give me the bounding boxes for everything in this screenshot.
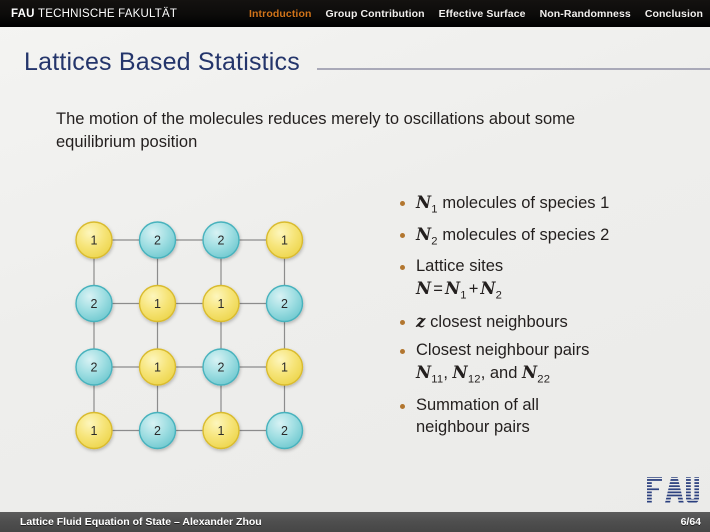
lattice-node-species-1: 1 [202,284,240,323]
nav-item-introduction[interactable]: Introduction [249,8,311,20]
top-navigation-bar: FAU TECHNISCHE FAKULTÄT Introduction Grou… [0,0,710,27]
lattice-node-species-2: 2 [138,221,177,259]
bullet-n2-molecules: N2 molecules of species 2 [400,224,695,249]
lattice-node-label: 1 [154,297,161,311]
bullet-label: Lattice sites N = N1 + N2 [416,257,504,302]
lattice-node-label: 2 [281,424,288,438]
lattice-node-label: 1 [154,360,161,374]
lattice-node-label: 2 [218,233,225,247]
lattice-node-species-1: 1 [202,411,240,450]
bullet-n1-molecules: N1 molecules of species 1 [400,192,695,217]
lattice-node-species-2: 2 [75,348,113,386]
footer-title: Lattice Fluid Equation of State – Alexan… [20,516,262,528]
lattice-node-species-2: 2 [202,348,240,386]
bullet-label: N1 molecules of species 1 [416,193,610,216]
lattice-node-label: 2 [91,297,98,311]
lattice-node-species-1: 1 [138,284,177,323]
lattice-node-label: 2 [281,297,288,311]
lattice-node-species-2: 2 [265,284,304,323]
bullet-dot-icon [400,349,405,355]
bullet-label: Closest neighbour pairs N11, N12, and N22 [416,341,590,386]
lattice-node-species-2: 2 [202,221,240,259]
bullet-dot-icon [400,403,405,409]
page-title: Lattices Based Statistics [24,47,300,76]
fau-logo-svg [647,477,699,504]
lattice-edges [93,239,286,432]
brand-faculty: TECHNISCHE FAKULTÄT [38,7,178,20]
lattice-node-label: 1 [91,424,98,438]
lattice-node-species-1: 1 [265,221,304,259]
bullet-label: N2 molecules of species 2 [416,225,610,248]
brand-title: FAU TECHNISCHE FAKULTÄT [11,8,177,20]
lattice-node-label: 1 [281,233,288,247]
lattice-node-label: 2 [154,424,161,438]
lattice-node-species-2: 2 [265,411,304,450]
footer-bar: Lattice Fluid Equation of State – Alexan… [0,512,710,532]
slide-canvas: FAU TECHNISCHE FAKULTÄT Introduction Grou… [0,0,710,532]
lattice-node-species-1: 1 [138,348,177,386]
lattice-node-species-2: 2 [75,284,113,323]
fau-logo [646,476,700,504]
bullet-label: Summation of all neighbour pairs [416,395,539,436]
navigation-items: Introduction Group Contribution Effective … [249,8,703,20]
lattice-node-label: 1 [281,360,288,374]
lattice-nodes: 1 2 2 1 2 1 1 2 2 1 2 1 1 2 1 2 [75,221,304,450]
lattice-node-species-2: 2 [138,411,177,450]
nav-item-non-randomness[interactable]: Non-Randomness [540,8,631,20]
nav-item-effective-surface[interactable]: Effective Surface [439,8,526,20]
bullet-z-neighbours: z closest neighbours [400,311,695,334]
lattice-node-label: 1 [218,297,225,311]
slide-title-row: Lattices Based Statistics [0,44,710,80]
lattice-diagram: 1 2 2 1 2 1 1 2 2 1 2 1 1 2 1 2 [60,203,325,468]
bullet-closest-pairs: Closest neighbour pairs N11, N12, and N22 [400,340,695,387]
lattice-node-label: 2 [154,233,161,247]
bullet-label: z closest neighbours [416,311,568,331]
lattice-node-species-1: 1 [75,411,113,450]
bullet-lattice-sites: Lattice sites N = N1 + N2 [400,256,695,303]
lattice-node-species-1: 1 [265,348,304,386]
lattice-node-species-1: 1 [75,221,113,259]
lattice-node-label: 2 [91,360,98,374]
bullet-summation: Summation of all neighbour pairs [400,395,695,439]
lattice-node-label: 1 [91,233,98,247]
title-rule-divider [316,68,710,70]
lattice-node-label: 1 [218,424,225,438]
lattice-svg: 1 2 2 1 2 1 1 2 2 1 2 1 1 2 1 2 [75,221,304,450]
brand-fau: FAU [11,7,35,20]
bullet-dot-icon [400,201,405,206]
bullet-dot-icon [400,265,405,271]
nav-item-group-contribution[interactable]: Group Contribution [325,8,424,20]
bullet-list: N1 molecules of species 1 N2 molecules of… [400,192,695,446]
nav-item-conclusion[interactable]: Conclusion [645,8,703,20]
lattice-node-label: 2 [218,360,225,374]
lead-paragraph: The motion of the molecules reduces mere… [56,110,576,152]
bullet-dot-icon [400,233,405,239]
bullet-dot-icon [400,319,405,325]
footer-page-number: 6/64 [680,516,701,528]
